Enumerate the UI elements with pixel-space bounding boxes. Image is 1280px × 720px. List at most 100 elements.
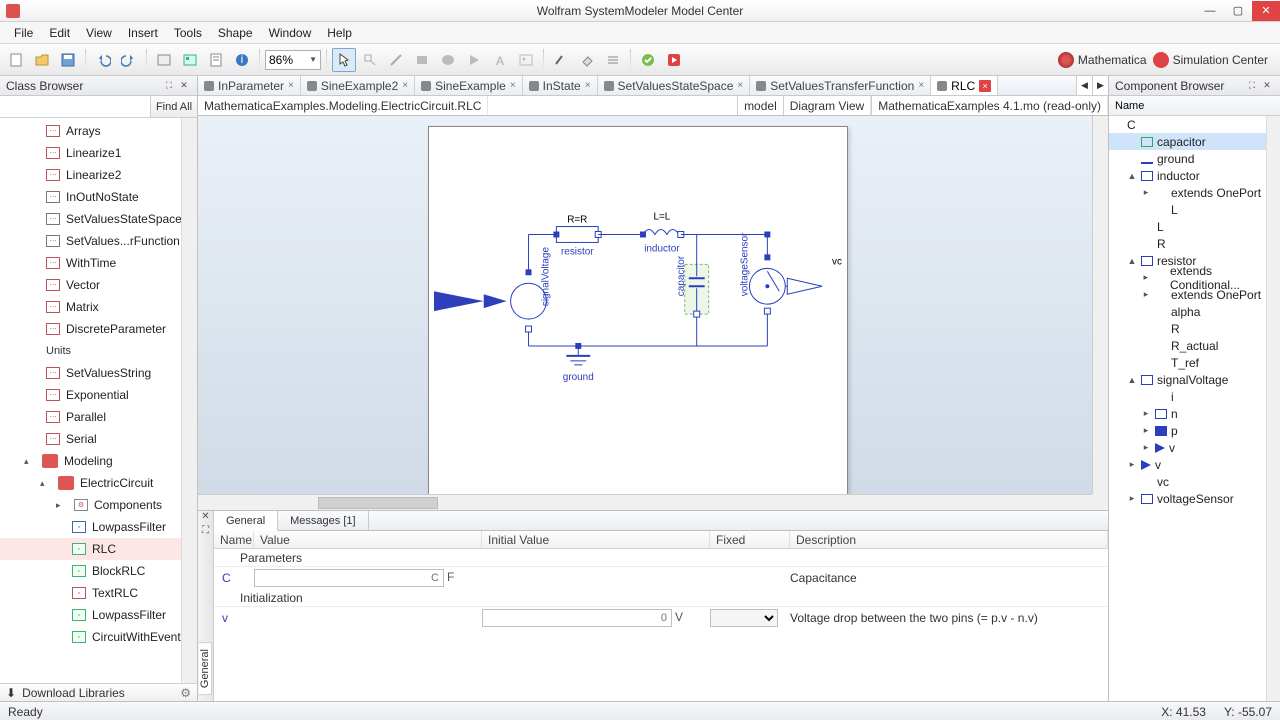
- component-item[interactable]: ▸extends OnePort: [1109, 184, 1280, 201]
- props-pin-icon[interactable]: ⛶: [202, 525, 209, 539]
- component-item[interactable]: i: [1109, 388, 1280, 405]
- doc-tab[interactable]: SineExample2×: [301, 76, 415, 95]
- scrollbar-v[interactable]: [1092, 116, 1108, 494]
- expand-icon[interactable]: ▴: [24, 456, 34, 467]
- tree-item[interactable]: ⋯Vector: [0, 274, 197, 296]
- undo-button[interactable]: [91, 48, 115, 72]
- tab-close-icon[interactable]: ×: [979, 80, 991, 92]
- view-mode[interactable]: Diagram View: [783, 96, 871, 115]
- line-style-button[interactable]: [549, 48, 573, 72]
- tree-item[interactable]: ⋯SetValuesStateSpace: [0, 208, 197, 230]
- doc-tab[interactable]: InParameter×: [198, 76, 301, 95]
- tree-item[interactable]: ⋯WithTime: [0, 252, 197, 274]
- component-item[interactable]: R: [1109, 235, 1280, 252]
- tab-prev-button[interactable]: ◀: [1076, 76, 1092, 95]
- tab-close-icon[interactable]: ×: [918, 80, 924, 91]
- tree-item[interactable]: ▫LowpassFilter: [0, 516, 197, 538]
- class-tree[interactable]: ⋯Arrays⋯Linearize1⋯Linearize2⋯InOutNoSta…: [0, 118, 197, 683]
- component-item[interactable]: ▸p: [1109, 422, 1280, 439]
- component-item[interactable]: alpha: [1109, 303, 1280, 320]
- new-button[interactable]: [4, 48, 28, 72]
- save-button[interactable]: [56, 48, 80, 72]
- tab-messages[interactable]: Messages [1]: [278, 511, 368, 530]
- expand-icon[interactable]: ▴: [40, 478, 50, 489]
- tree-item[interactable]: ⋯Serial: [0, 428, 197, 450]
- props-side-tab[interactable]: General: [199, 642, 212, 695]
- tree-item[interactable]: ▫RLC: [0, 538, 197, 560]
- tab-close-icon[interactable]: ×: [288, 80, 294, 91]
- param-v-init[interactable]: [482, 609, 672, 627]
- doc-view-button[interactable]: i: [230, 48, 254, 72]
- menu-window[interactable]: Window: [261, 23, 320, 43]
- gear-icon[interactable]: ⚙: [180, 686, 191, 700]
- redo-button[interactable]: [117, 48, 141, 72]
- menu-shape[interactable]: Shape: [210, 23, 261, 43]
- component-item[interactable]: ▲signalVoltage: [1109, 371, 1280, 388]
- polygon-tool[interactable]: [462, 48, 486, 72]
- simulation-center-link[interactable]: Simulation Center: [1153, 52, 1268, 68]
- doc-tab[interactable]: SetValuesStateSpace×: [598, 76, 751, 95]
- menu-help[interactable]: Help: [319, 23, 360, 43]
- expand-icon[interactable]: ▸: [56, 500, 66, 511]
- tree-item-modeling[interactable]: ▴Modeling: [0, 450, 197, 472]
- fill-style-button[interactable]: [575, 48, 599, 72]
- component-item[interactable]: ▸v: [1109, 439, 1280, 456]
- component-item[interactable]: capacitor: [1109, 133, 1280, 150]
- tab-close-icon[interactable]: ×: [585, 80, 591, 91]
- tree-item[interactable]: ▫CircuitWithEvent: [0, 626, 197, 648]
- param-v-fixed[interactable]: [710, 609, 778, 627]
- tab-close-icon[interactable]: ×: [402, 80, 408, 91]
- tree-item[interactable]: ⋯Linearize1: [0, 142, 197, 164]
- tree-item[interactable]: ▫TextRLC: [0, 582, 197, 604]
- component-item[interactable]: ground: [1109, 150, 1280, 167]
- menu-tools[interactable]: Tools: [166, 23, 210, 43]
- component-item[interactable]: L: [1109, 218, 1280, 235]
- component-item[interactable]: T_ref: [1109, 354, 1280, 371]
- component-item[interactable]: ▸extends Conditional...: [1109, 269, 1280, 286]
- simulate-button[interactable]: [662, 48, 686, 72]
- expand-icon[interactable]: ▲: [1127, 375, 1137, 385]
- expand-icon[interactable]: ▸: [1141, 187, 1151, 198]
- expand-icon[interactable]: ▸: [1127, 493, 1137, 504]
- scrollbar-h[interactable]: [198, 494, 1092, 510]
- doc-tab[interactable]: InState×: [523, 76, 598, 95]
- scrollbar[interactable]: [1266, 116, 1280, 701]
- scrollbar[interactable]: [181, 118, 197, 683]
- download-libraries[interactable]: ⬇ Download Libraries ⚙: [0, 683, 197, 701]
- component-item[interactable]: ▸voltageSensor: [1109, 490, 1280, 507]
- component-item[interactable]: ▸v: [1109, 456, 1280, 473]
- doc-tab[interactable]: SineExample×: [415, 76, 523, 95]
- doc-tab[interactable]: SetValuesTransferFunction×: [750, 76, 931, 95]
- validate-button[interactable]: [636, 48, 660, 72]
- menu-edit[interactable]: Edit: [41, 23, 78, 43]
- line-tool[interactable]: [384, 48, 408, 72]
- tree-item[interactable]: ▫BlockRLC: [0, 560, 197, 582]
- tab-general[interactable]: General: [214, 511, 278, 531]
- component-item[interactable]: vc: [1109, 473, 1280, 490]
- expand-icon[interactable]: ▸: [1141, 272, 1151, 283]
- rect-tool[interactable]: [410, 48, 434, 72]
- component-root[interactable]: C: [1109, 116, 1280, 133]
- tree-item-components[interactable]: ▸⚙Components: [0, 494, 197, 516]
- param-c-value[interactable]: [254, 569, 444, 587]
- icon-view-button[interactable]: [152, 48, 176, 72]
- panel-pin-icon[interactable]: ⛶: [1245, 79, 1259, 93]
- image-tool[interactable]: [514, 48, 538, 72]
- tree-item[interactable]: ⋯Matrix: [0, 296, 197, 318]
- component-item[interactable]: ▸extends OnePort: [1109, 286, 1280, 303]
- open-button[interactable]: [30, 48, 54, 72]
- props-close-icon[interactable]: ✕: [201, 511, 209, 525]
- tab-next-button[interactable]: ▶: [1092, 76, 1108, 95]
- zoom-combo[interactable]: 86%▼: [265, 50, 321, 70]
- expand-icon[interactable]: ▸: [1127, 459, 1137, 470]
- tree-item[interactable]: ⋯Arrays: [0, 120, 197, 142]
- expand-icon[interactable]: ▲: [1127, 256, 1137, 266]
- diagram-canvas[interactable]: signalVoltage R=R resistor: [198, 116, 1108, 511]
- class-search-input[interactable]: [0, 96, 150, 117]
- model-kind[interactable]: model: [737, 96, 783, 115]
- expand-icon[interactable]: ▸: [1141, 442, 1151, 453]
- diagram-view-button[interactable]: [178, 48, 202, 72]
- align-button[interactable]: [601, 48, 625, 72]
- tree-item[interactable]: ▫LowpassFilter: [0, 604, 197, 626]
- text-view-button[interactable]: [204, 48, 228, 72]
